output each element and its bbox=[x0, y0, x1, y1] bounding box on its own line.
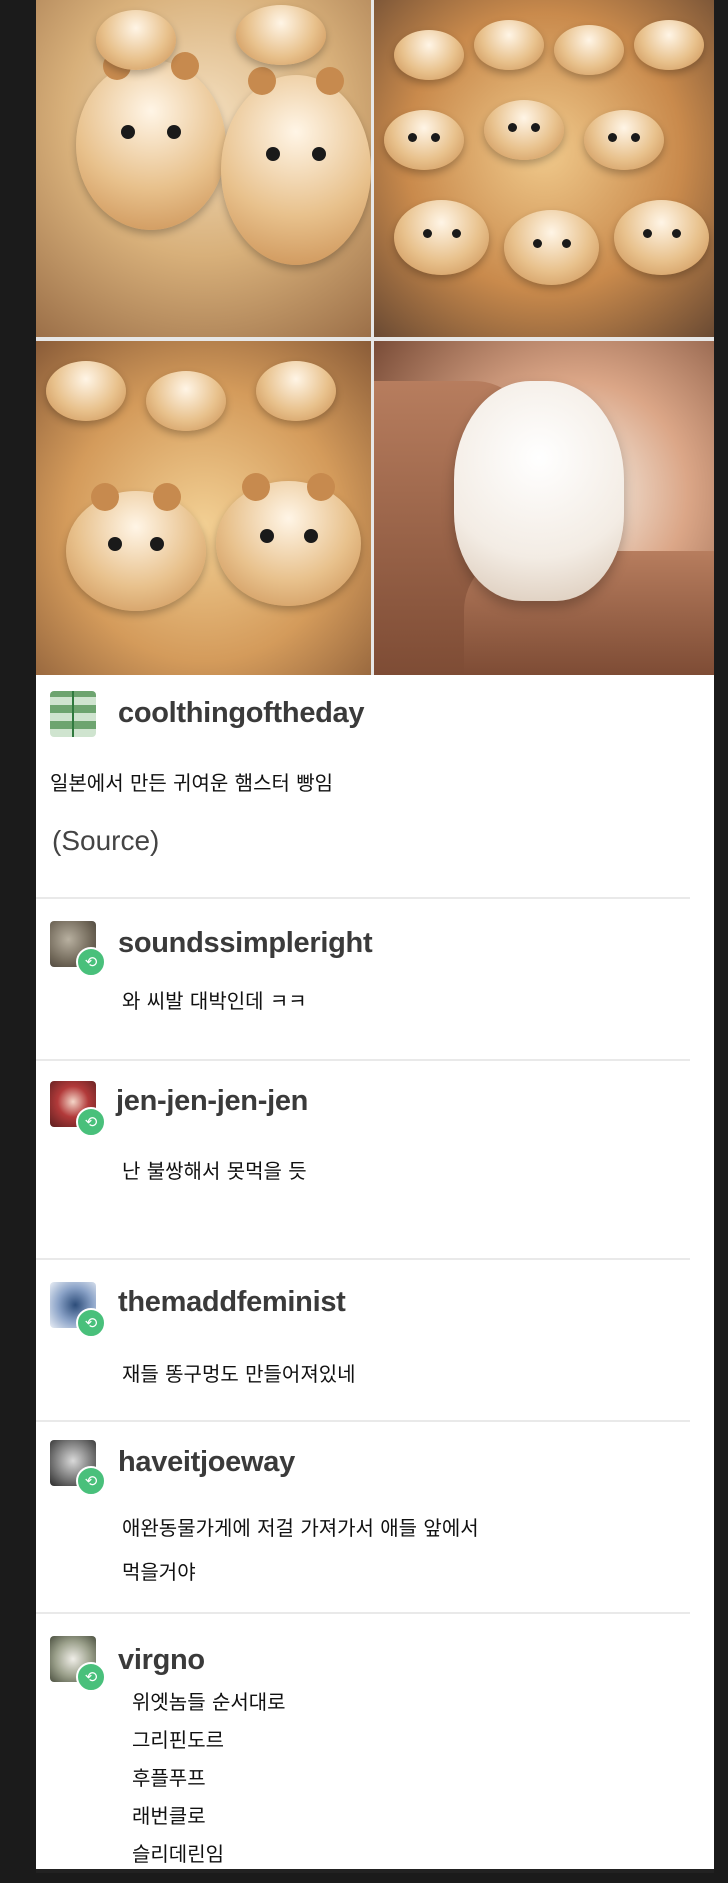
reblog-text: 와 씨발 대박인데 ㅋㅋ bbox=[122, 989, 307, 1013]
reblog-text: 재들 똥구멍도 만들어져있네 bbox=[122, 1362, 356, 1386]
reblog-text: 슬리데린임 bbox=[132, 1842, 224, 1866]
reblog-icon: ⟲ bbox=[76, 1662, 106, 1692]
username[interactable]: coolthingoftheday bbox=[118, 697, 365, 730]
reblog-icon: ⟲ bbox=[76, 1466, 106, 1496]
post-text: 일본에서 만든 귀여운 햄스터 빵임 bbox=[50, 771, 334, 795]
bottom-border bbox=[36, 1869, 714, 1873]
reblog-item: ⟲ themaddfeminist 재들 똥구멍도 만들어져있네 bbox=[36, 1260, 714, 1420]
reblog-icon: ⟲ bbox=[76, 1107, 106, 1137]
reblog-icon: ⟲ bbox=[76, 947, 106, 977]
photo-hamster-in-hand[interactable] bbox=[374, 341, 714, 675]
username[interactable]: themaddfeminist bbox=[118, 1286, 346, 1319]
reblog-item: ⟲ soundssimpleright 와 씨발 대박인데 ㅋㅋ bbox=[36, 899, 714, 1059]
reblog-item: ⟲ jen-jen-jen-jen 난 불쌍해서 못먹을 듯 bbox=[36, 1061, 714, 1258]
reblog-text: 난 불쌍해서 못먹을 듯 bbox=[122, 1159, 307, 1183]
source-link[interactable]: (Source) bbox=[52, 825, 159, 857]
reblog-icon: ⟲ bbox=[76, 1308, 106, 1338]
username[interactable]: virgno bbox=[118, 1644, 205, 1677]
avatar[interactable] bbox=[50, 691, 96, 737]
username[interactable]: jen-jen-jen-jen bbox=[116, 1085, 308, 1118]
original-post: coolthingoftheday 일본에서 만든 귀여운 햄스터 빵임 (So… bbox=[36, 675, 714, 897]
photo-hamster-buns-closeup[interactable] bbox=[36, 341, 371, 675]
username[interactable]: haveitjoeway bbox=[118, 1446, 295, 1479]
reblog-text: 먹을거야 bbox=[122, 1560, 196, 1584]
photo-grid bbox=[36, 0, 714, 675]
reblog-item: ⟲ haveitjoeway 애완동물가게에 저걸 가져가서 애들 앞에서 먹을… bbox=[36, 1422, 714, 1612]
username[interactable]: soundssimpleright bbox=[118, 927, 373, 960]
photo-hamster-buns-standing[interactable] bbox=[36, 0, 371, 337]
photo-hamster-buns-tray[interactable] bbox=[374, 0, 714, 337]
post-card: coolthingoftheday 일본에서 만든 귀여운 햄스터 빵임 (So… bbox=[36, 0, 714, 1873]
reblog-text: 애완동물가게에 저걸 가져가서 애들 앞에서 bbox=[122, 1516, 479, 1540]
reblog-item: ⟲ virgno 위엣놈들 순서대로 그리핀도르 후플푸프 래번클로 슬리데린임 bbox=[36, 1614, 714, 1873]
